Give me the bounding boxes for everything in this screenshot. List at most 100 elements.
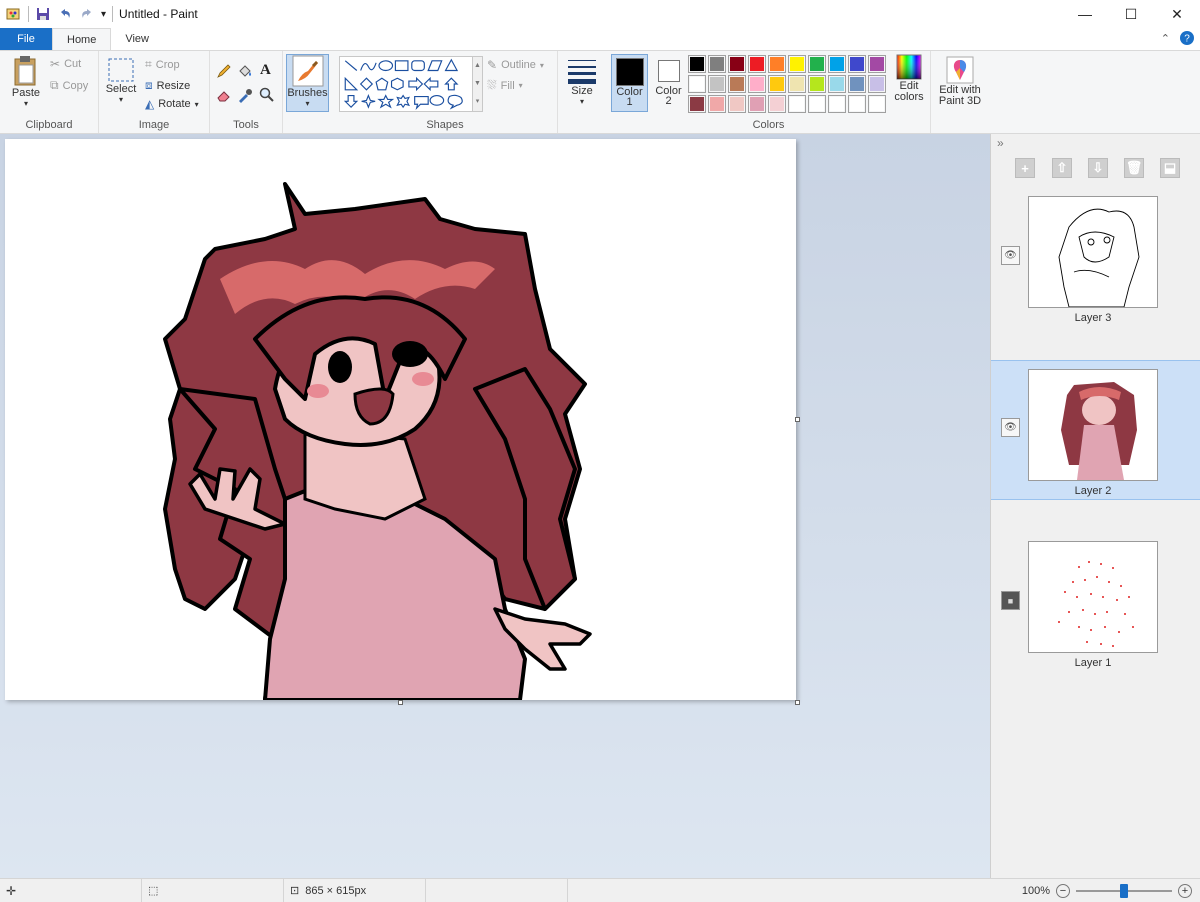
palette-swatch[interactable] xyxy=(748,75,766,93)
palette-swatch[interactable] xyxy=(848,55,866,73)
minimize-button[interactable]: — xyxy=(1062,0,1108,28)
ribbon-tabs: File Home View ⌃ ? xyxy=(0,28,1200,50)
shapes-scroll[interactable]: ▲ ▼ ▾ xyxy=(473,56,483,112)
shapes-gallery[interactable] xyxy=(339,56,473,112)
rotate-button[interactable]: ◭ Rotate ▾ xyxy=(145,97,199,111)
layer-item-3[interactable]: 👁 Layer 3 xyxy=(991,194,1200,334)
maximize-button[interactable]: ☐ xyxy=(1108,0,1154,28)
color-picker-icon[interactable] xyxy=(237,87,253,103)
palette-swatch[interactable] xyxy=(848,95,866,113)
color1-button[interactable]: Color 1 xyxy=(611,54,648,112)
delete-layer-button[interactable]: 🗑 xyxy=(1124,158,1144,178)
edit-with-paint3d-button[interactable]: Edit with Paint 3D xyxy=(933,56,987,107)
layer2-visibility-toggle[interactable]: 👁 xyxy=(1001,418,1020,437)
move-layer-up-button[interactable]: ⇧ xyxy=(1052,158,1072,178)
drawing-canvas[interactable] xyxy=(5,139,796,700)
palette-swatch[interactable] xyxy=(828,75,846,93)
paste-button[interactable]: Paste ▾ xyxy=(8,55,44,108)
resize-handle-corner[interactable] xyxy=(795,700,800,705)
eraser-icon[interactable] xyxy=(216,87,232,103)
palette-swatch-color xyxy=(850,97,864,111)
clipboard-group-label: Clipboard xyxy=(25,119,73,131)
paint-app-icon[interactable] xyxy=(6,6,22,22)
quick-access-dropdown-icon[interactable]: ▾ xyxy=(101,9,106,20)
resize-button[interactable]: ⧈ Resize xyxy=(145,78,190,93)
collapse-ribbon-icon[interactable]: ⌃ xyxy=(1161,32,1170,45)
palette-swatch[interactable] xyxy=(788,55,806,73)
tab-file[interactable]: File xyxy=(0,28,52,50)
palette-swatch[interactable] xyxy=(728,55,746,73)
layer3-thumbnail[interactable] xyxy=(1028,196,1158,308)
magnifier-icon[interactable] xyxy=(259,87,275,103)
palette-swatch[interactable] xyxy=(748,95,766,113)
tab-home[interactable]: Home xyxy=(52,28,112,50)
crop-button[interactable]: ⌗ Crop xyxy=(145,57,180,72)
resize-handle-bottom[interactable] xyxy=(398,700,403,705)
copy-button[interactable]: ⧉ Copy xyxy=(50,78,88,93)
pencil-icon[interactable] xyxy=(216,63,232,79)
palette-swatch[interactable] xyxy=(868,95,886,113)
palette-swatch[interactable] xyxy=(788,75,806,93)
layer-item-2[interactable]: 👁 Layer 2 xyxy=(991,360,1200,500)
palette-swatch-color xyxy=(830,57,844,71)
canvas-artwork[interactable] xyxy=(5,139,796,700)
add-layer-button[interactable]: + xyxy=(1015,158,1035,178)
palette-swatch-color xyxy=(770,97,784,111)
collapse-panel-icon[interactable]: » xyxy=(997,136,1004,150)
edit-colors-button[interactable]: Edit colors xyxy=(890,54,928,103)
undo-icon[interactable] xyxy=(57,6,73,22)
palette-swatch[interactable] xyxy=(688,55,706,73)
palette-swatch[interactable] xyxy=(808,55,826,73)
close-button[interactable]: ✕ xyxy=(1154,0,1200,28)
select-button[interactable]: Select ▾ xyxy=(105,57,137,104)
move-layer-down-button[interactable]: ⇩ xyxy=(1088,158,1108,178)
palette-swatch[interactable] xyxy=(808,95,826,113)
zoom-in-button[interactable]: + xyxy=(1178,884,1192,898)
zoom-slider[interactable] xyxy=(1076,884,1172,898)
fill-bucket-icon[interactable] xyxy=(237,63,253,79)
palette-swatch[interactable] xyxy=(848,75,866,93)
layer1-visibility-toggle[interactable]: ■ xyxy=(1001,591,1020,610)
palette-swatch[interactable] xyxy=(868,55,886,73)
tab-view[interactable]: View xyxy=(111,28,163,50)
cut-button[interactable]: ✂ Cut xyxy=(50,57,81,71)
text-tool-icon[interactable]: A xyxy=(260,62,271,79)
palette-swatch[interactable] xyxy=(728,95,746,113)
layer1-thumbnail[interactable] xyxy=(1028,541,1158,653)
palette-swatch[interactable] xyxy=(768,95,786,113)
layer-item-1[interactable]: ■ Layer 1 xyxy=(991,539,1200,679)
save-icon[interactable] xyxy=(35,6,51,22)
resize-handle-right[interactable] xyxy=(795,417,800,422)
color2-button[interactable]: Color 2 xyxy=(650,54,687,112)
outline-button[interactable]: ✎ Outline ▾ xyxy=(487,58,544,72)
palette-swatch[interactable] xyxy=(768,55,786,73)
palette-swatch[interactable] xyxy=(748,55,766,73)
palette-swatch[interactable] xyxy=(828,55,846,73)
palette-swatch[interactable] xyxy=(728,75,746,93)
help-icon[interactable]: ? xyxy=(1180,31,1194,45)
brushes-button[interactable]: Brushes ▾ xyxy=(286,54,329,112)
palette-swatch[interactable] xyxy=(708,95,726,113)
palette-swatch[interactable] xyxy=(788,95,806,113)
palette-swatch[interactable] xyxy=(868,75,886,93)
fill-button[interactable]: ⛆ Fill ▾ xyxy=(487,78,523,93)
layer2-thumbnail[interactable] xyxy=(1028,369,1158,481)
palette-swatch[interactable] xyxy=(708,55,726,73)
layer3-visibility-toggle[interactable]: 👁 xyxy=(1001,246,1020,265)
merge-layer-button[interactable]: ⬓ xyxy=(1160,158,1180,178)
palette-swatch[interactable] xyxy=(808,75,826,93)
palette-swatch-color xyxy=(750,57,764,71)
zoom-slider-thumb[interactable] xyxy=(1120,884,1128,898)
redo-icon[interactable] xyxy=(79,6,95,22)
palette-swatch[interactable] xyxy=(688,95,706,113)
size-button[interactable]: Size ▾ xyxy=(564,57,600,106)
zoom-out-button[interactable]: − xyxy=(1056,884,1070,898)
palette-swatch-color xyxy=(810,97,824,111)
palette-swatch[interactable] xyxy=(688,75,706,93)
canvas-workspace[interactable] xyxy=(0,134,990,878)
palette-swatch[interactable] xyxy=(828,95,846,113)
palette-swatch[interactable] xyxy=(708,75,726,93)
palette-swatch[interactable] xyxy=(768,75,786,93)
arrow-up-icon: ⇧ xyxy=(1056,160,1068,175)
brushes-dropdown-icon: ▾ xyxy=(305,99,310,108)
